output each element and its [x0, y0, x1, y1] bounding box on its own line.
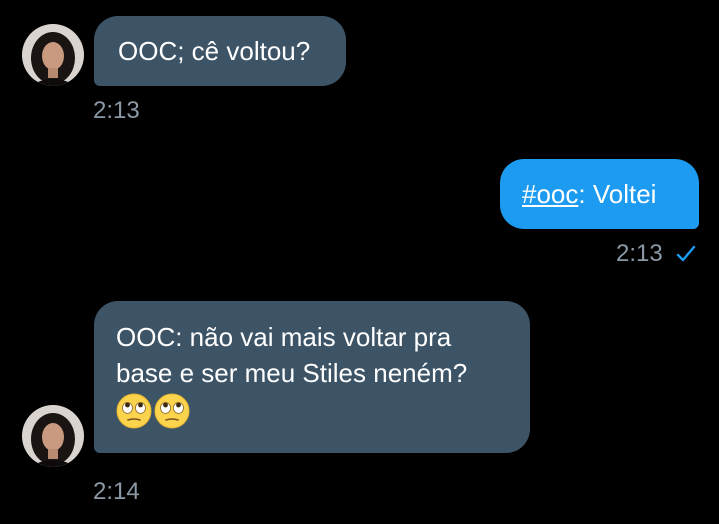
message-text-line: OOC: não vai mais voltar pra	[116, 322, 452, 352]
message-timestamp: 2:13	[616, 240, 663, 267]
avatar[interactable]	[22, 24, 84, 86]
avatar[interactable]	[22, 405, 84, 467]
message-text: OOC; cê voltou?	[118, 36, 311, 66]
message-timestamp: 2:13	[93, 97, 140, 124]
message-text: : Voltei	[578, 179, 657, 209]
face-with-rolling-eyes-icon	[116, 393, 152, 429]
message-bubble-outgoing[interactable]: #ooc: Voltei	[500, 159, 699, 229]
check-icon	[676, 245, 696, 262]
hashtag-link[interactable]: #ooc	[522, 179, 578, 209]
emoji-row	[116, 393, 508, 429]
message-text-line: base e ser meu Stiles neném?	[116, 358, 468, 388]
message-bubble-incoming[interactable]: OOC: não vai mais voltar pra base e ser …	[94, 301, 530, 453]
message-timestamp: 2:14	[93, 478, 140, 505]
face-with-rolling-eyes-icon	[154, 393, 190, 429]
message-bubble-incoming[interactable]: OOC; cê voltou?	[94, 16, 346, 86]
